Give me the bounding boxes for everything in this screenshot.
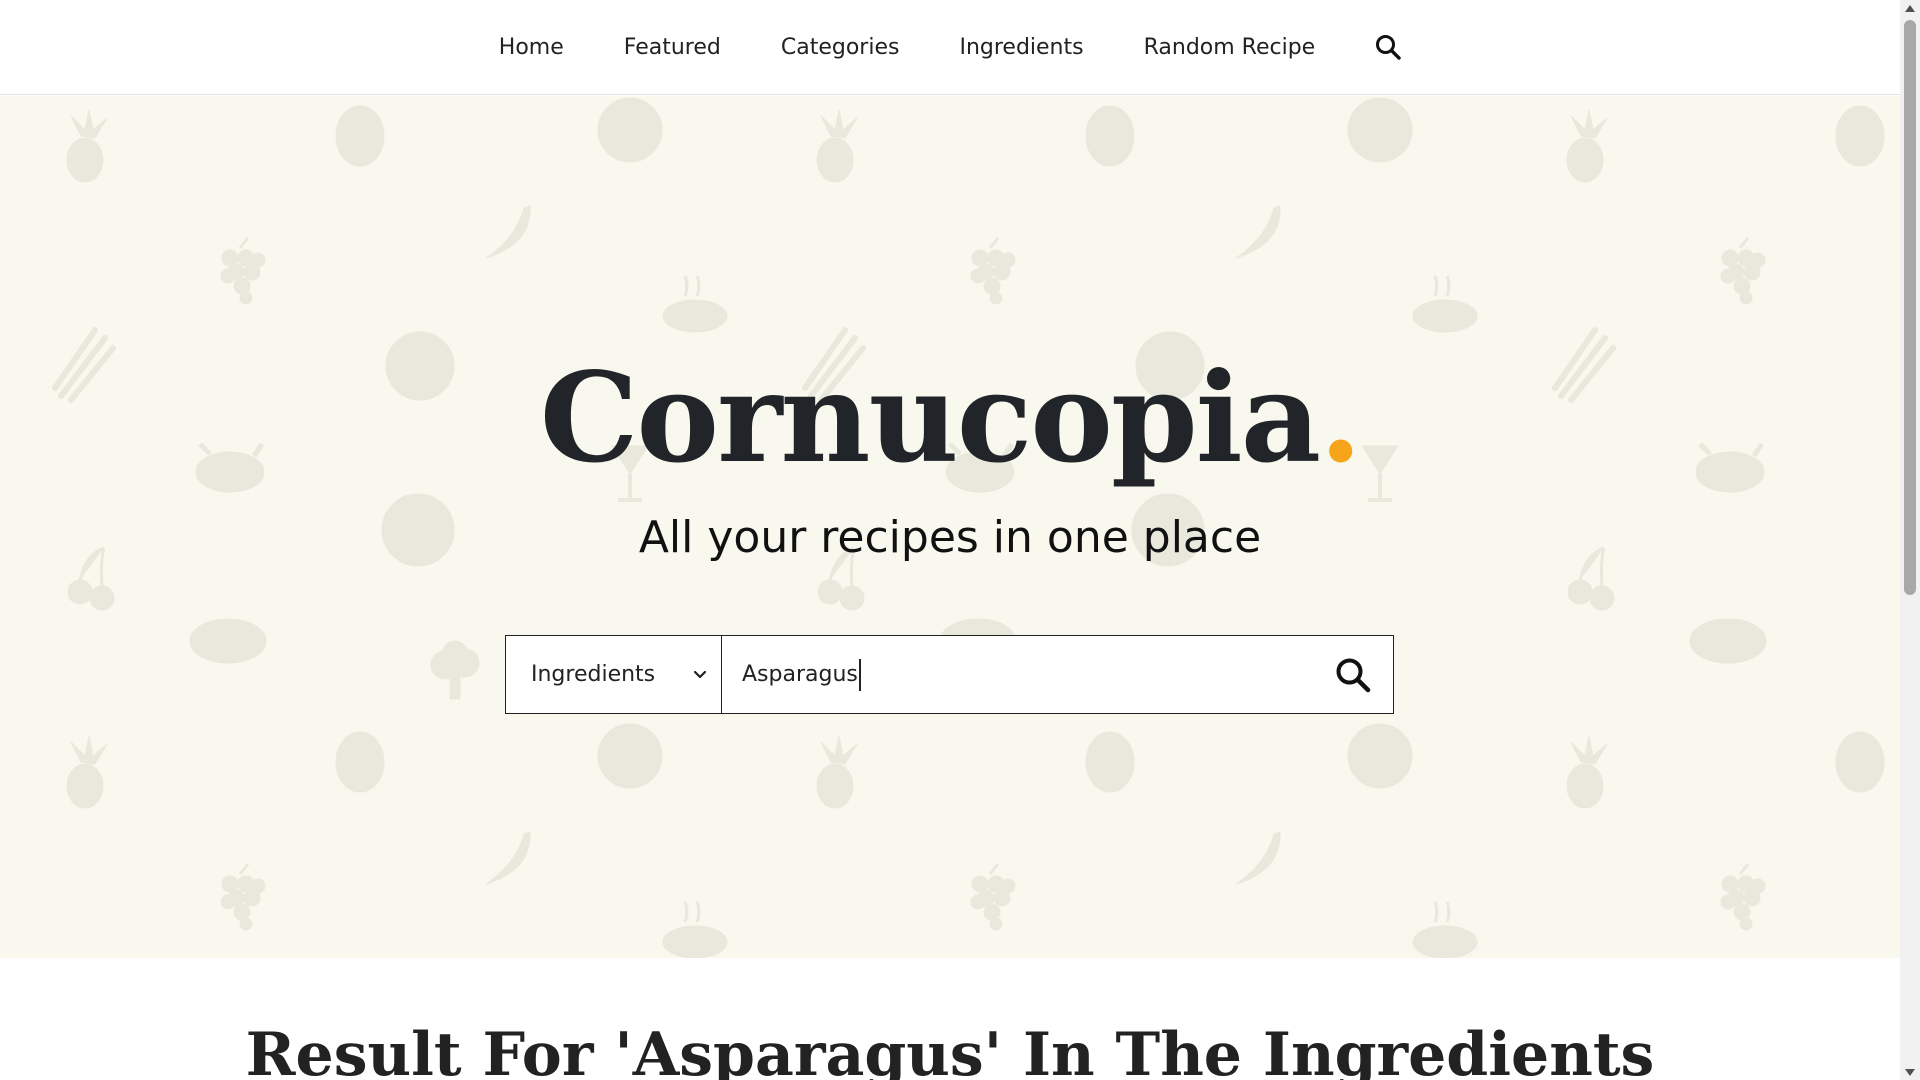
text-cursor [858, 658, 861, 691]
search-input[interactable]: Asparagus [722, 636, 1313, 713]
vertical-scrollbar[interactable] [1900, 0, 1920, 1080]
search-submit-button[interactable] [1313, 636, 1393, 713]
top-navbar: Home Featured Categories Ingredients Ran… [0, 0, 1900, 95]
chevron-down-icon [693, 670, 707, 678]
scrollbar-thumb[interactable] [1904, 20, 1916, 595]
search-form: Ingredients Asparagus [505, 635, 1394, 714]
results-title: Result For 'Asparagus' In The Ingredient… [245, 1020, 1655, 1080]
nav-ingredients-link[interactable]: Ingredients [929, 0, 1113, 95]
brand-dot: . [1319, 346, 1362, 491]
hero-section: Cornucopia. All your recipes in one plac… [0, 96, 1900, 958]
page: Home Featured Categories Ingredients Ran… [0, 0, 1920, 1080]
nav-search-icon[interactable] [1345, 34, 1431, 60]
scroll-down-arrow-icon[interactable] [1904, 1067, 1916, 1077]
scroll-up-arrow-icon[interactable] [1904, 3, 1916, 13]
nav-categories-link[interactable]: Categories [751, 0, 930, 95]
search-type-select[interactable]: Ingredients [506, 636, 722, 713]
brand-name: Cornucopia [539, 346, 1321, 491]
nav-links: Home Featured Categories Ingredients Ran… [469, 0, 1431, 95]
brand-title: Cornucopia. [0, 346, 1900, 491]
nav-random-recipe-link[interactable]: Random Recipe [1114, 0, 1346, 95]
hero-tagline: All your recipes in one place [638, 512, 1262, 563]
search-input-value: Asparagus [742, 662, 858, 687]
search-type-selected: Ingredients [531, 662, 656, 687]
search-icon [1336, 658, 1371, 692]
nav-featured-link[interactable]: Featured [594, 0, 751, 95]
nav-home-link[interactable]: Home [469, 0, 594, 95]
